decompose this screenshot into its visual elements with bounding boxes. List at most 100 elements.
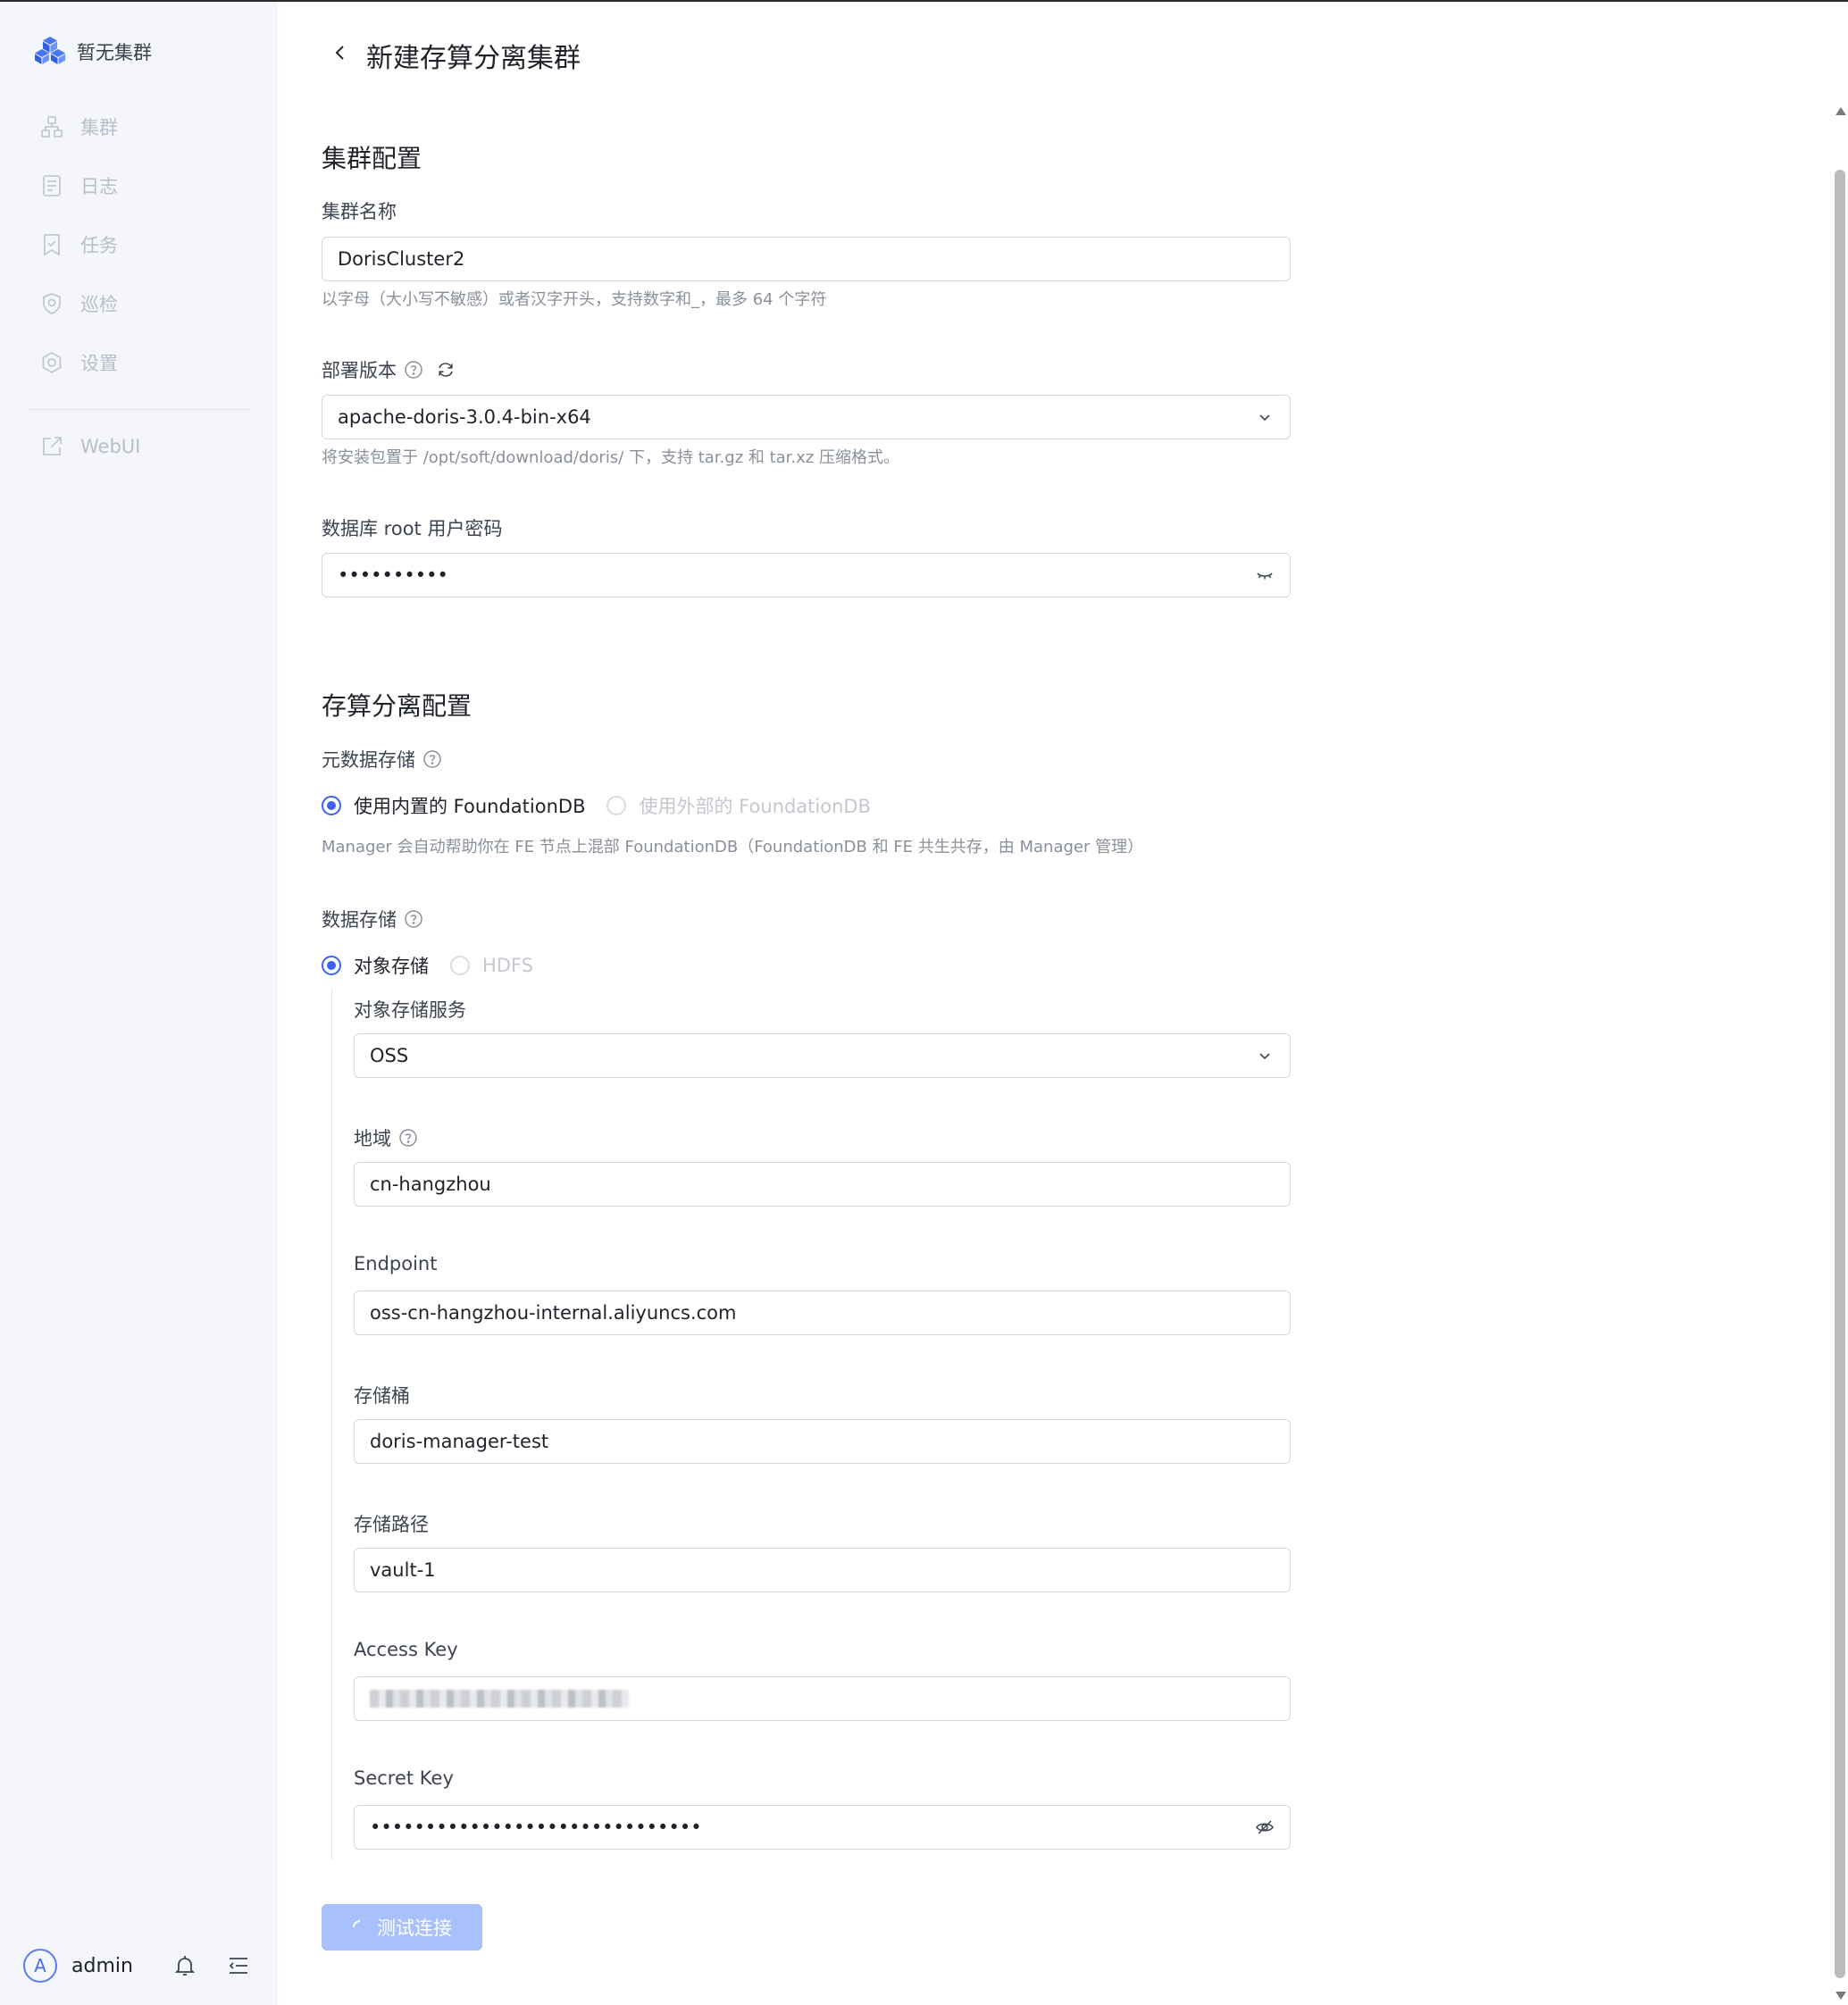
input-value: doris-manager-test [370, 1431, 549, 1452]
bucket-input[interactable]: doris-manager-test [354, 1419, 1291, 1464]
external-link-icon [39, 434, 64, 459]
help-icon[interactable] [404, 360, 423, 380]
nested-group-line [331, 988, 332, 1859]
app-window: 暂无集群 集群 日志 任务 巡检 设置 WebUI A admin 新建存算分离… [0, 0, 1848, 2005]
select-value: OSS [370, 1045, 409, 1066]
storage-path-input[interactable]: vault-1 [354, 1548, 1291, 1592]
region-input[interactable]: cn-hangzhou [354, 1162, 1291, 1207]
nav-item-log[interactable]: 日志 [39, 170, 118, 202]
input-value: oss-cn-hangzhou-internal.aliyuncs.com [370, 1302, 737, 1324]
access-key-label: Access Key [354, 1639, 458, 1660]
input-value: vault-1 [370, 1559, 436, 1581]
scroll-down-arrow-icon[interactable] [1835, 1992, 1846, 2000]
gear-icon [39, 350, 64, 375]
back-arrow-icon[interactable] [327, 39, 354, 66]
help-icon[interactable] [398, 1128, 418, 1148]
eye-slash-icon[interactable] [1255, 1817, 1275, 1837]
redacted-access-key [370, 1690, 629, 1708]
radio-label: 对象存储 [354, 956, 429, 977]
radio-label: 使用内置的 FoundationDB [354, 796, 586, 817]
label-text: Endpoint [354, 1253, 438, 1274]
input-value: cn-hangzhou [370, 1174, 491, 1195]
data-storage-label: 数据存储 [322, 906, 423, 932]
input-value: •••••••••• [338, 564, 448, 586]
radio-builtin-foundationdb[interactable] [322, 796, 341, 815]
label-text: 元数据存储 [322, 749, 415, 771]
help-icon[interactable] [404, 909, 423, 929]
root-password-input[interactable]: •••••••••• [322, 553, 1291, 597]
nav-item-webui[interactable]: WebUI [39, 430, 140, 463]
refresh-icon[interactable] [436, 360, 456, 380]
task-icon [39, 232, 64, 257]
nav-label: 任务 [80, 235, 118, 256]
version-select[interactable]: apache-doris-3.0.4-bin-x64 [322, 395, 1291, 439]
bucket-label: 存储桶 [354, 1382, 410, 1408]
label-text: Access Key [354, 1639, 458, 1660]
chevron-down-icon [1255, 1046, 1275, 1065]
secret-key-label: Secret Key [354, 1767, 454, 1789]
cluster-icon [39, 114, 64, 139]
nav-item-settings[interactable]: 设置 [39, 347, 118, 379]
select-value: apache-doris-3.0.4-bin-x64 [338, 406, 591, 428]
scroll-thumb[interactable] [1835, 170, 1845, 1978]
access-key-input[interactable] [354, 1676, 1291, 1721]
radio-label: 使用外部的 FoundationDB [639, 796, 871, 817]
object-storage-service-select[interactable]: OSS [354, 1033, 1291, 1078]
metadata-storage-radio-group: 使用内置的 FoundationDB 使用外部的 FoundationDB [322, 792, 892, 819]
vertical-scrollbar[interactable] [1832, 107, 1848, 2005]
label-text: 对象存储服务 [354, 999, 466, 1021]
page-title: 新建存算分离集群 [366, 43, 581, 74]
endpoint-input[interactable]: oss-cn-hangzhou-internal.aliyuncs.com [354, 1291, 1291, 1335]
metadata-storage-hint: Manager 会自动帮助你在 FE 节点上混部 FoundationDB（Fo… [322, 838, 1144, 856]
nav-label: 日志 [80, 176, 118, 197]
section-title-storage-config: 存算分离配置 [322, 691, 472, 721]
endpoint-label: Endpoint [354, 1253, 437, 1274]
label-text: 存储桶 [354, 1385, 410, 1407]
user-menu[interactable]: A admin [23, 1949, 133, 1983]
version-label: 部署版本 [322, 356, 456, 383]
radio-external-foundationdb[interactable] [606, 796, 627, 815]
storage-path-label: 存储路径 [354, 1510, 429, 1537]
bell-icon[interactable] [172, 1953, 197, 1978]
help-icon[interactable] [422, 749, 442, 769]
radio-label: HDFS [482, 955, 534, 976]
log-icon [39, 173, 64, 198]
collapse-menu-icon[interactable] [226, 1953, 251, 1978]
brand[interactable]: 暂无集群 [34, 34, 152, 70]
metadata-storage-label: 元数据存储 [322, 746, 442, 773]
nav-label: 设置 [80, 353, 118, 374]
label-text: 集群名称 [322, 201, 397, 222]
nav-divider [27, 409, 252, 410]
label-text: 数据存储 [322, 909, 397, 931]
avatar: A [23, 1949, 57, 1983]
label-text: 存储路径 [354, 1514, 429, 1535]
nav-item-inspection[interactable]: 巡检 [39, 288, 118, 320]
scroll-up-arrow-icon[interactable] [1835, 107, 1846, 115]
root-password-label: 数据库 root 用户密码 [322, 514, 502, 541]
region-label: 地域 [354, 1124, 418, 1151]
nav-label: 巡检 [80, 294, 118, 315]
secret-key-input[interactable]: •••••••••••••••••••••••••••••• [354, 1805, 1291, 1850]
cluster-name-input[interactable]: DorisCluster2 [322, 237, 1291, 281]
eye-closed-icon[interactable] [1255, 565, 1275, 585]
label-text: 数据库 root 用户密码 [322, 518, 503, 539]
cluster-name-label: 集群名称 [322, 197, 397, 224]
radio-object-storage[interactable] [322, 956, 341, 975]
version-hint: 将安装包置于 /opt/soft/download/doris/ 下，支持 ta… [322, 448, 899, 467]
user-name: admin [71, 1954, 133, 1977]
label-text: 地域 [354, 1128, 391, 1149]
nav-label: WebUI [80, 436, 141, 457]
test-connection-button[interactable]: 测试连接 [322, 1904, 482, 1951]
data-storage-radio-group: 对象存储 HDFS [322, 952, 555, 979]
radio-hdfs[interactable] [450, 956, 470, 975]
section-title-cluster-config: 集群配置 [322, 144, 422, 173]
nav-label: 集群 [80, 117, 118, 138]
cluster-selector-label: 暂无集群 [77, 42, 152, 63]
nav-item-cluster[interactable]: 集群 [39, 111, 118, 143]
sidebar: 暂无集群 集群 日志 任务 巡检 设置 WebUI A admin [0, 2, 278, 2005]
label-text: 部署版本 [322, 360, 397, 381]
object-storage-service-label: 对象存储服务 [354, 996, 466, 1023]
loading-spinner-icon [353, 1920, 361, 1928]
button-label: 测试连接 [377, 1917, 452, 1939]
nav-item-task[interactable]: 任务 [39, 229, 118, 261]
